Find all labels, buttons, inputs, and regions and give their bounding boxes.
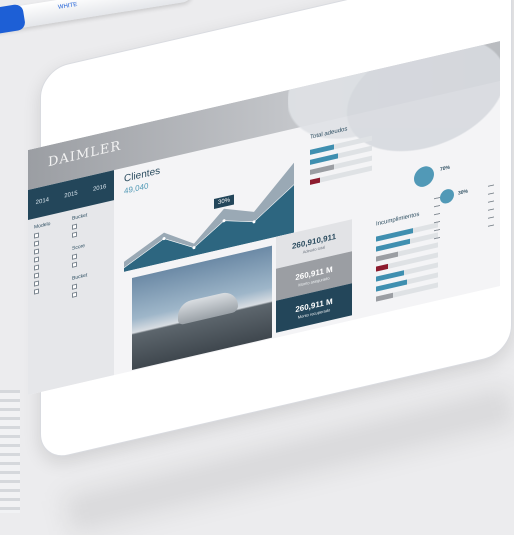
checkbox[interactable] xyxy=(34,248,39,255)
checkbox[interactable] xyxy=(34,264,39,271)
clientes-widget: Clientes 49,040 xyxy=(124,165,160,195)
bar-fill xyxy=(310,177,320,185)
checkbox[interactable] xyxy=(34,256,39,263)
checkbox[interactable] xyxy=(34,232,39,239)
kpi-panel: 260,910,911 Adeudo total 260,911 M Monto… xyxy=(276,219,352,333)
car-image xyxy=(178,289,238,326)
checkbox[interactable] xyxy=(72,253,77,260)
total-adeudos-title: Total adeudos xyxy=(310,126,348,141)
map-circle-label: 70% xyxy=(440,164,451,173)
year-tab-2016[interactable]: 2016 xyxy=(93,184,106,193)
bar-fill xyxy=(376,263,389,272)
year-tab-2015[interactable]: 2015 xyxy=(64,191,77,200)
filter-column-bucket: Bucket Score Bucket xyxy=(72,207,110,301)
checkbox[interactable] xyxy=(34,272,39,279)
brand-logo: DAIMLER xyxy=(48,138,122,171)
checkbox[interactable] xyxy=(72,231,77,238)
checkbox[interactable] xyxy=(34,288,39,295)
pen-body xyxy=(0,0,194,34)
checkbox[interactable] xyxy=(72,291,77,298)
checkbox[interactable] xyxy=(72,223,77,230)
bar-fill xyxy=(376,251,398,262)
incumplimientos-bars xyxy=(376,221,438,305)
pen-cap xyxy=(0,3,27,36)
year-tab-2014[interactable]: 2014 xyxy=(36,197,49,206)
checkbox[interactable] xyxy=(34,280,39,287)
map-circle-70 xyxy=(414,164,434,189)
filters-sidebar: 2014 2015 2016 Modelo Bucket Score Bucke… xyxy=(28,170,114,395)
incumplimientos-title: Incumplimientos xyxy=(376,211,420,228)
checkbox[interactable] xyxy=(72,283,77,290)
checkbox[interactable] xyxy=(34,240,39,247)
notebook-spiral xyxy=(0,390,20,513)
total-adeudos-bars xyxy=(310,135,372,189)
checkbox[interactable] xyxy=(72,261,77,268)
bar-fill xyxy=(376,292,394,302)
filter-column-modelo: Modelo xyxy=(34,216,72,298)
